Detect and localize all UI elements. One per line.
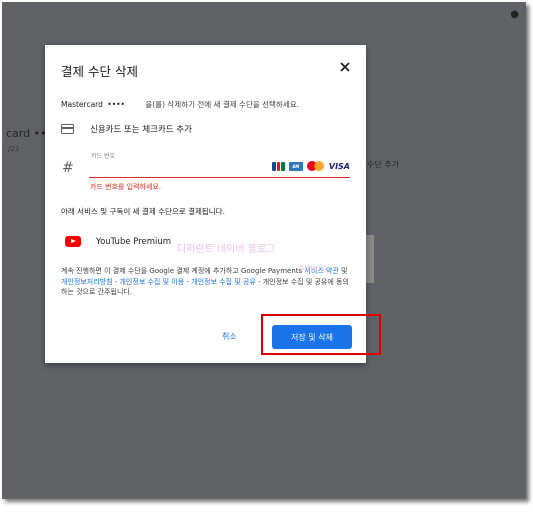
legal-text: 계속 진행하면 이 결제 수단을 Google 결제 계정에 추가하고 Goog… [61,266,353,298]
add-card-option[interactable]: 신용카드 또는 체크카드 추가 [61,122,192,136]
add-card-label: 신용카드 또는 체크카드 추가 [90,125,192,135]
jcb-logo [271,161,285,171]
legal-text-part: 및 [338,267,348,275]
service-name: YouTube Premium [96,236,172,247]
background-date: /23 [8,145,20,153]
card-name: Mastercard [61,100,103,109]
mastercard-logo [306,161,325,171]
privacy-link[interactable]: 개인정보처리방침 - 개인정보 수집 및 이용 [61,278,184,286]
terms-link[interactable]: 서비스 약관 [304,267,338,275]
youtube-icon [65,236,81,247]
switch-note: 아래 서비스 및 구독이 새 결제 수단으로 결제됩니다. [61,207,225,216]
current-card-row: Mastercard •••• 을(를) 삭제하기 전에 새 결제 수단을 선택… [61,99,299,110]
card-number-label: 카드 번호 [91,153,115,160]
save-and-delete-button[interactable]: 저장 및 삭제 [272,325,352,349]
close-button[interactable] [338,60,352,74]
visa-logo: VISA [328,161,350,171]
dialog-title: 결제 수단 삭제 [61,64,138,79]
card-number-field[interactable]: 카드 번호 AM VISA [89,149,350,178]
credit-card-icon [61,124,74,134]
legal-text-part: 계속 진행하면 이 결제 수단을 Google 결제 계정에 추가하고 Goog… [61,267,305,275]
hash-icon: # [62,160,74,176]
card-dots: •••• [107,100,125,109]
close-icon [340,62,350,72]
card-note: 을(를) 삭제하기 전에 새 결제 수단을 선택하세요. [145,100,300,109]
sharing-link[interactable]: 개인정보 수집 및 공유 [191,278,256,286]
service-row: YouTube Premium [65,236,171,247]
card-logos: AM VISA [271,161,350,171]
background-block [365,235,374,283]
card-number-error: 카드 번호를 입력하세요. [90,183,162,191]
top-bar-icons: ● [510,9,519,20]
delete-payment-dialog: 결제 수단 삭제 Mastercard •••• 을(를) 삭제하기 전에 새 … [45,45,366,363]
amex-logo: AM [288,161,303,171]
cancel-button[interactable]: 취소 [222,331,237,342]
screenshot-frame: ● card ••• /23 수단 추가 결제 수단 삭제 Mastercard… [2,2,526,499]
background-add-payment-text: 수단 추가 [367,160,399,169]
